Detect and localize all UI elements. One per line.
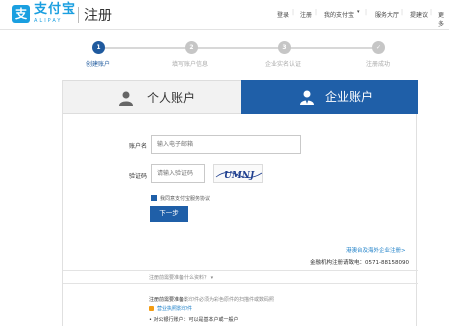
- nav-sep: |: [292, 9, 295, 16]
- nav-service-hall[interactable]: 服务大厅: [375, 10, 399, 19]
- step-connector: [197, 47, 280, 49]
- nav-sep: |: [401, 9, 404, 16]
- business-user-icon: [300, 90, 314, 105]
- step-2-label: 填写账户信息: [172, 61, 209, 68]
- nav-my-alipay[interactable]: 我的支付宝: [324, 10, 354, 19]
- license-icon: [149, 306, 154, 311]
- step-1-label: 创建账户: [86, 61, 111, 68]
- chevron-down-icon[interactable]: ▾: [357, 9, 360, 15]
- captcha-label: 验证码: [128, 173, 147, 180]
- account-email-input[interactable]: [151, 135, 301, 154]
- business-license-link[interactable]: 营业执照影印件: [157, 305, 192, 312]
- divider: [63, 283, 418, 284]
- tab-enterprise-account[interactable]: 企业账户: [241, 80, 418, 114]
- progress-steps: 1 2 3 ✓ 创建账户 填写账户信息 企业实名认证 注册成功: [0, 30, 449, 74]
- agree-checkbox[interactable]: [151, 195, 157, 201]
- nav-sep: |: [315, 9, 318, 16]
- step-3-dot: 3: [278, 41, 291, 54]
- logo-name[interactable]: 支付宝: [34, 3, 76, 17]
- logo-divider: [78, 7, 79, 23]
- captcha-image[interactable]: UMNJ: [213, 164, 263, 183]
- nav-sep: |: [365, 9, 368, 16]
- nav-register[interactable]: 注册: [300, 10, 312, 19]
- site-header: 支 支付宝 ALIPAY 注册 登录 | 注册 | 我的支付宝 ▾ | 服务大厅…: [0, 0, 449, 30]
- logo-sub: ALIPAY: [34, 18, 63, 24]
- captcha-graphic: UMNJ: [215, 171, 263, 181]
- prepare-title: 注册前需要准备：: [149, 297, 190, 303]
- user-icon: [119, 91, 133, 106]
- hk-overseas-register-link[interactable]: 港澳台及海外企业注册>: [346, 246, 406, 254]
- finance-hotline-text: 金融机构注册请致电：0571-88158090: [310, 260, 409, 266]
- agree-text[interactable]: 我同意支付宝服务协议: [160, 195, 210, 202]
- nav-suggest[interactable]: 提建议: [410, 10, 428, 19]
- alipay-logo-icon[interactable]: 支: [12, 5, 30, 23]
- next-button[interactable]: 下一步: [150, 206, 188, 222]
- tab-enterprise-label: 企业账户: [325, 90, 374, 104]
- materials-toggle[interactable]: 注册前需要准备什么资料？ ▾: [149, 274, 213, 281]
- step-4-check-icon: ✓: [372, 41, 385, 54]
- captcha-text: UMNJ: [224, 171, 255, 181]
- page-title: 注册: [84, 8, 112, 24]
- step-connector: [290, 47, 373, 49]
- prepare-desc: 影印件必须为彩色原件的扫描件或数码照: [184, 297, 275, 303]
- step-1-dot: 1: [92, 41, 105, 54]
- account-type-tabs: 个人账户 企业账户: [63, 80, 418, 114]
- nav-sep: |: [430, 9, 433, 16]
- captcha-input[interactable]: [151, 164, 205, 183]
- bank-account-text: • 对公银行账户：可以是基本户或一般户: [149, 317, 239, 323]
- step-connector: [104, 47, 188, 49]
- register-panel: 个人账户 企业账户 账户名 验证码 UMNJ 我同意支付宝服务协议 下一步 港澳…: [62, 80, 418, 326]
- step-4-label: 注册成功: [366, 61, 391, 68]
- nav-more[interactable]: 更多: [438, 10, 449, 28]
- tab-personal-account[interactable]: 个人账户: [63, 80, 241, 114]
- step-2-dot: 2: [185, 41, 198, 54]
- step-3-label: 企业实名认证: [265, 61, 302, 68]
- tab-personal-label: 个人账户: [147, 91, 196, 105]
- account-name-label: 账户名: [128, 143, 147, 150]
- divider: [63, 270, 418, 271]
